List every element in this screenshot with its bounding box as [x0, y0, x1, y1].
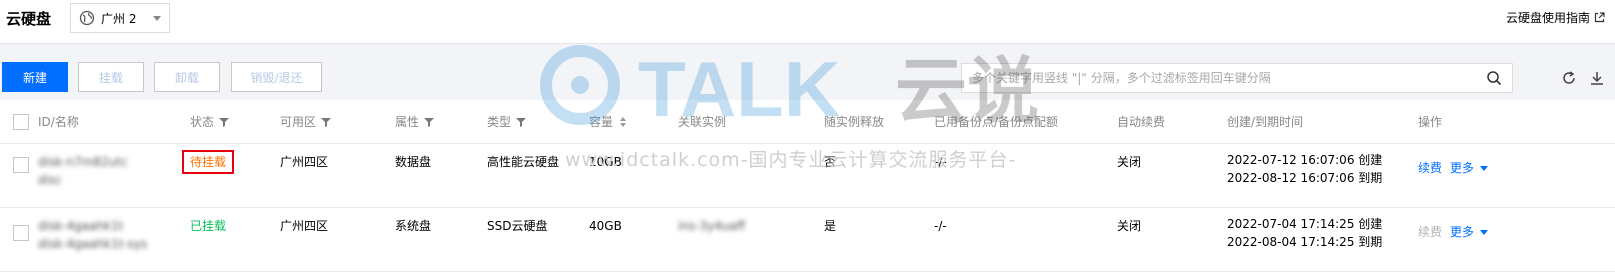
more-dropdown[interactable]: 更多 [1450, 223, 1489, 241]
renew-link[interactable]: 续费 [1418, 223, 1442, 241]
created-time: 2022-07-04 17:14:25 创建 [1227, 217, 1383, 231]
disk-name: disk-4gaahk1t-sys [38, 237, 148, 251]
expire-time: 2022-08-12 16:07:06 到期 [1227, 171, 1383, 185]
disk-id[interactable]: disk-n7m82utc [38, 153, 128, 171]
auto-renew-cell: 关闭 [1117, 155, 1142, 169]
table-row: disk-4gaahk1t disk-4gaahk1t-sys 已挂载 广州四区… [0, 208, 1615, 272]
caret-down-icon [1480, 229, 1489, 235]
unmount-button[interactable]: 卸载 [154, 62, 220, 92]
search-icon[interactable] [1486, 70, 1502, 86]
status-badge: 待挂载 [182, 150, 235, 174]
col-status: 状态 [190, 113, 230, 130]
expire-time: 2022-08-04 17:14:25 到期 [1227, 235, 1383, 249]
filter-icon[interactable] [219, 117, 230, 127]
search-box [961, 63, 1513, 93]
disk-name: disc [38, 173, 62, 187]
instance-link[interactable]: ins-3y4uaff [678, 217, 745, 235]
page-title: 云硬盘 [6, 10, 52, 28]
mount-button[interactable]: 挂载 [78, 62, 144, 92]
attribute-cell: 系统盘 [395, 219, 432, 233]
backup-cell: -/- [934, 155, 947, 169]
refresh-icon[interactable] [1561, 70, 1577, 86]
status-badge: 已挂载 [190, 219, 227, 233]
type-cell: SSD云硬盘 [487, 219, 548, 233]
zone-cell: 广州四区 [280, 155, 329, 169]
col-zone: 可用区 [280, 113, 332, 130]
select-all-checkbox[interactable] [13, 114, 29, 130]
col-release: 随实例释放 [824, 115, 885, 129]
filter-icon[interactable] [516, 117, 527, 127]
external-link-icon [1594, 12, 1605, 23]
download-icon[interactable] [1589, 70, 1605, 86]
guide-link[interactable]: 云硬盘使用指南 [1506, 9, 1605, 26]
col-instance: 关联实例 [678, 115, 727, 129]
col-time: 创建/到期时间 [1227, 115, 1304, 129]
caret-down-icon [1480, 165, 1489, 171]
release-cell: 否 [824, 155, 837, 169]
col-id: ID/名称 [38, 115, 79, 129]
attribute-cell: 数据盘 [395, 155, 432, 169]
col-capacity: 容量 [589, 113, 628, 130]
release-cell: 是 [824, 219, 837, 233]
col-actions: 操作 [1418, 115, 1443, 129]
region-value: 广州 2 [101, 11, 137, 26]
type-cell: 高性能云硬盘 [487, 155, 560, 169]
globe-icon [79, 10, 95, 26]
more-dropdown[interactable]: 更多 [1450, 159, 1489, 177]
search-input[interactable] [972, 71, 1486, 85]
top-bar: 云硬盘 广州 2 云硬盘使用指南 [0, 0, 1615, 44]
backup-cell: -/- [934, 219, 947, 233]
new-button[interactable]: 新建 [2, 62, 68, 92]
sort-icon[interactable] [618, 116, 628, 127]
col-auto-renew: 自动续费 [1117, 115, 1166, 129]
renew-link[interactable]: 续费 [1418, 159, 1442, 177]
more-label: 更多 [1450, 225, 1475, 239]
destroy-button[interactable]: 销毁/退还 [231, 62, 322, 92]
capacity-cell: 40GB [589, 219, 622, 233]
filter-icon[interactable] [424, 117, 435, 127]
more-label: 更多 [1450, 161, 1475, 175]
table-header: ID/名称 状态 可用区 属性 类型 容量 关联实例 随实例释放 已用备份点/备… [0, 100, 1615, 144]
guide-link-label: 云硬盘使用指南 [1505, 11, 1590, 25]
col-backup: 已用备份点/备份点配额 [934, 115, 1059, 129]
auto-renew-cell: 关闭 [1117, 219, 1142, 233]
region-select[interactable]: 广州 2 [70, 3, 170, 33]
created-time: 2022-07-12 16:07:06 创建 [1227, 153, 1383, 167]
disk-table: ID/名称 状态 可用区 属性 类型 容量 关联实例 随实例释放 已用备份点/备… [0, 100, 1615, 273]
chevron-down-icon [153, 15, 161, 21]
capacity-cell: 10GB [589, 155, 622, 169]
zone-cell: 广州四区 [280, 219, 329, 233]
row-checkbox[interactable] [13, 225, 29, 241]
col-attribute: 属性 [395, 113, 435, 130]
disk-id[interactable]: disk-4gaahk1t [38, 217, 123, 235]
filter-icon[interactable] [321, 117, 332, 127]
col-type: 类型 [487, 113, 527, 130]
table-row: disk-n7m82utc disc 待挂载 广州四区 数据盘 高性能云硬盘 1… [0, 144, 1615, 208]
row-checkbox[interactable] [13, 157, 29, 173]
